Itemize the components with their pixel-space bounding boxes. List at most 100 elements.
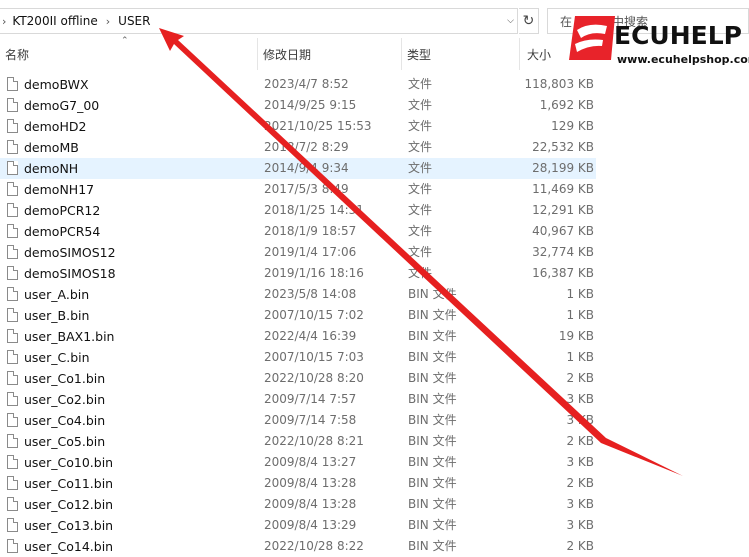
file-row[interactable]: demoSIMOS18 2019/1/16 18:16 文件 16,387 KB — [0, 263, 600, 284]
file-name: demoSIMOS18 — [24, 266, 116, 281]
file-icon — [7, 140, 18, 154]
chevron-right-icon[interactable]: › — [0, 15, 12, 28]
file-row[interactable]: user_Co1.bin 2022/10/28 8:20 BIN 文件 2 KB — [0, 368, 600, 389]
chevron-down-icon[interactable]: ⌵ — [503, 8, 518, 34]
file-size: 3 KB — [566, 455, 594, 469]
file-date: 2023/4/7 8:52 — [264, 77, 349, 91]
file-name: user_Co4.bin — [24, 413, 106, 428]
file-icon — [7, 287, 18, 301]
ecuhelp-logo-mark-icon — [569, 16, 615, 60]
file-date: 2009/7/14 7:58 — [264, 413, 357, 427]
file-icon — [7, 182, 18, 196]
file-icon — [7, 392, 18, 406]
file-name: demoNH — [24, 161, 79, 176]
file-row[interactable]: demoPCR54 2018/1/9 18:57 文件 40,967 KB — [0, 221, 600, 242]
file-size: 22,532 KB — [532, 140, 594, 154]
file-date: 2017/5/3 8:49 — [264, 182, 349, 196]
file-size: 118,803 KB — [524, 77, 594, 91]
chevron-right-icon[interactable]: › — [98, 15, 118, 28]
file-date: 2018/1/25 14:31 — [264, 203, 364, 217]
file-row[interactable]: user_B.bin 2007/10/15 7:02 BIN 文件 1 KB — [0, 305, 600, 326]
file-row[interactable]: user_Co12.bin 2009/8/4 13:28 BIN 文件 3 KB — [0, 494, 600, 515]
file-type: BIN 文件 — [408, 371, 457, 385]
file-name: user_Co11.bin — [24, 476, 114, 491]
file-row[interactable]: user_Co5.bin 2022/10/28 8:21 BIN 文件 2 KB — [0, 431, 600, 452]
file-date: 2009/8/4 13:28 — [264, 476, 357, 490]
address-bar[interactable]: › KT200II offline › USER — [0, 8, 518, 34]
file-size: 28,199 KB — [532, 161, 594, 175]
file-row[interactable]: user_Co10.bin 2009/8/4 13:27 BIN 文件 3 KB — [0, 452, 600, 473]
file-type: 文件 — [408, 245, 433, 259]
file-type: 文件 — [408, 119, 433, 133]
file-row[interactable]: user_Co4.bin 2009/7/14 7:58 BIN 文件 3 KB — [0, 410, 600, 431]
file-name: user_B.bin — [24, 308, 90, 323]
ecuhelp-logo: ECUHELP www.ecuhelpshop.com — [567, 14, 749, 74]
column-header-date[interactable]: 修改日期 — [258, 38, 402, 70]
file-name: user_Co14.bin — [24, 539, 114, 554]
file-row[interactable]: demoNH17 2017/5/3 8:49 文件 11,469 KB — [0, 179, 600, 200]
file-icon — [7, 455, 18, 469]
file-name: demoSIMOS12 — [24, 245, 116, 260]
file-type: BIN 文件 — [408, 518, 457, 532]
file-type: BIN 文件 — [408, 539, 457, 553]
file-type: 文件 — [408, 161, 433, 175]
column-header-type[interactable]: 类型 — [402, 38, 520, 70]
file-size: 32,774 KB — [532, 245, 594, 259]
file-row[interactable]: demoSIMOS12 2019/1/4 17:06 文件 32,774 KB — [0, 242, 600, 263]
column-header-name[interactable]: 名称 — [0, 38, 258, 70]
file-type: BIN 文件 — [408, 350, 457, 364]
file-size: 16,387 KB — [532, 266, 594, 280]
file-date: 2009/7/14 7:57 — [264, 392, 357, 406]
file-date: 2009/8/4 13:27 — [264, 455, 357, 469]
file-row[interactable]: demoNH 2014/9/4 9:34 文件 28,199 KB — [0, 158, 596, 179]
file-size: 19 KB — [558, 329, 594, 343]
file-row[interactable]: user_Co14.bin 2022/10/28 8:22 BIN 文件 2 KB — [0, 536, 600, 557]
file-name: user_Co12.bin — [24, 497, 114, 512]
breadcrumb-item-user[interactable]: USER — [118, 14, 150, 28]
file-size: 129 KB — [551, 119, 594, 133]
logo-url-text: www.ecuhelpshop.com — [617, 53, 749, 66]
file-size: 3 KB — [566, 392, 594, 406]
file-name: user_C.bin — [24, 350, 90, 365]
file-size: 3 KB — [566, 497, 594, 511]
file-row[interactable]: user_C.bin 2007/10/15 7:03 BIN 文件 1 KB — [0, 347, 600, 368]
breadcrumb-item-kt200ii-offline[interactable]: KT200II offline — [12, 14, 97, 28]
file-row[interactable]: user_A.bin 2023/5/8 14:08 BIN 文件 1 KB — [0, 284, 600, 305]
file-name: demoPCR54 — [24, 224, 101, 239]
file-size: 2 KB — [566, 371, 594, 385]
file-name: demoMB — [24, 140, 79, 155]
file-date: 2022/10/28 8:20 — [264, 371, 364, 385]
refresh-button[interactable]: ↻ — [519, 8, 539, 34]
file-size: 2 KB — [566, 434, 594, 448]
file-icon — [7, 245, 18, 259]
file-row[interactable]: user_Co11.bin 2009/8/4 13:28 BIN 文件 2 KB — [0, 473, 600, 494]
file-icon — [7, 350, 18, 364]
file-date: 2022/10/28 8:22 — [264, 539, 364, 553]
file-row[interactable]: user_BAX1.bin 2022/4/4 16:39 BIN 文件 19 KB — [0, 326, 600, 347]
file-date: 2018/7/2 8:29 — [264, 140, 349, 154]
file-size: 3 KB — [566, 413, 594, 427]
file-row[interactable]: user_Co2.bin 2009/7/14 7:57 BIN 文件 3 KB — [0, 389, 600, 410]
file-name: user_Co5.bin — [24, 434, 106, 449]
file-icon — [7, 434, 18, 448]
file-date: 2021/10/25 15:53 — [264, 119, 372, 133]
logo-brand-text: ECUHELP — [614, 21, 742, 50]
file-row[interactable]: demoBWX 2023/4/7 8:52 文件 118,803 KB — [0, 74, 600, 95]
file-icon — [7, 308, 18, 322]
file-size: 2 KB — [566, 539, 594, 553]
file-row[interactable]: user_Co13.bin 2009/8/4 13:29 BIN 文件 3 KB — [0, 515, 600, 536]
file-type: 文件 — [408, 182, 433, 196]
file-row[interactable]: demoPCR12 2018/1/25 14:31 文件 12,291 KB — [0, 200, 600, 221]
file-name: user_A.bin — [24, 287, 90, 302]
file-row[interactable]: demoHD2 2021/10/25 15:53 文件 129 KB — [0, 116, 600, 137]
file-type: BIN 文件 — [408, 497, 457, 511]
file-date: 2014/9/25 9:15 — [264, 98, 357, 112]
file-row[interactable]: demoMB 2018/7/2 8:29 文件 22,532 KB — [0, 137, 600, 158]
file-size: 40,967 KB — [532, 224, 594, 238]
file-icon — [7, 476, 18, 490]
file-name: user_Co10.bin — [24, 455, 114, 470]
file-type: BIN 文件 — [408, 287, 457, 301]
file-row[interactable]: demoG7_00 2014/9/25 9:15 文件 1,692 KB — [0, 95, 600, 116]
refresh-icon: ↻ — [522, 13, 535, 29]
file-type: BIN 文件 — [408, 434, 457, 448]
